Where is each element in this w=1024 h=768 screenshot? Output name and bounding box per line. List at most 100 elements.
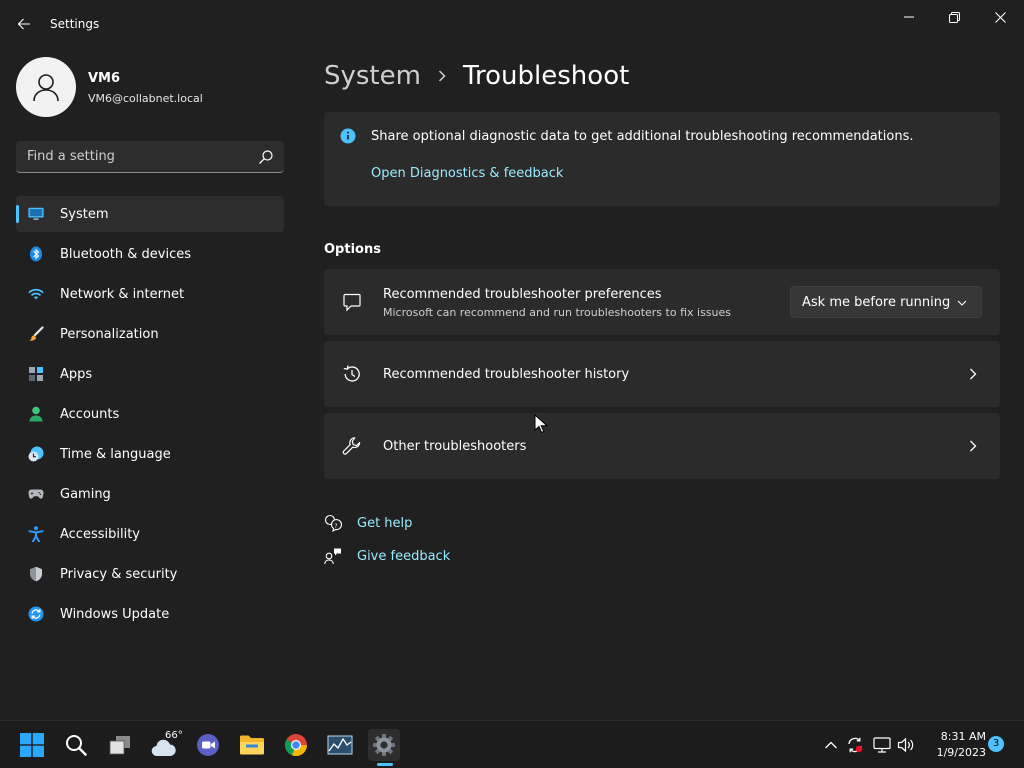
open-diagnostics-link[interactable]: Open Diagnostics & feedback <box>371 166 563 181</box>
preferences-subtitle: Microsoft can recommend and run troubles… <box>383 306 731 319</box>
sidebar-item-label: Personalization <box>60 326 159 342</box>
settings-taskbar-button[interactable] <box>368 729 400 761</box>
weather-temperature: 66° <box>165 730 183 741</box>
app-title: Settings <box>50 17 100 31</box>
minimize-icon <box>904 16 914 18</box>
brush-icon <box>28 326 44 342</box>
sidebar-item-windows-update[interactable]: Windows Update <box>16 596 284 632</box>
sidebar-item-label: Network & internet <box>60 286 185 302</box>
clock-date: 1/9/2023 <box>936 746 986 759</box>
cloud-icon <box>151 739 176 757</box>
teams-chat-button[interactable] <box>192 729 224 761</box>
taskbar-search-button[interactable] <box>60 729 92 761</box>
dropdown-value: Ask me before running <box>802 295 951 310</box>
taskbar-clock[interactable]: 8:31 AM 1/9/2023 <box>926 729 986 761</box>
performance-chart-icon <box>327 735 353 755</box>
sidebar-item-label: Bluetooth & devices <box>60 246 191 262</box>
resource-monitor-button[interactable] <box>324 729 356 761</box>
troubleshooter-preferences-row: Recommended troubleshooter preferences M… <box>324 269 1000 335</box>
troubleshooter-history-row[interactable]: Recommended troubleshooter history <box>324 341 1000 407</box>
sidebar-item-label: Accounts <box>60 406 120 422</box>
show-hidden-icons-button[interactable] <box>822 736 840 754</box>
monitor-icon <box>28 206 44 222</box>
sidebar-item-label: System <box>60 206 109 222</box>
chrome-icon <box>284 734 308 757</box>
active-app-indicator <box>377 763 393 766</box>
chevron-right-icon <box>970 440 977 452</box>
file-explorer-button[interactable] <box>236 729 268 761</box>
user-profile[interactable]: VM6 VM6@collabnet.local <box>16 57 286 117</box>
gamepad-icon <box>28 486 44 502</box>
profile-name: VM6 <box>88 71 121 86</box>
preferences-title: Recommended troubleshooter preferences <box>383 287 662 302</box>
sidebar-item-apps[interactable]: Apps <box>16 356 284 392</box>
speaker-icon <box>897 737 914 753</box>
sidebar-item-label: Windows Update <box>60 606 170 622</box>
sidebar-item-personalization[interactable]: Personalization <box>16 316 284 352</box>
info-icon <box>340 128 356 144</box>
sync-alert-icon <box>848 737 863 753</box>
task-view-icon <box>109 736 130 755</box>
get-help-link[interactable]: ? Get help <box>324 513 412 533</box>
close-icon <box>994 11 1006 23</box>
give-feedback-link[interactable]: Give feedback <box>324 546 450 566</box>
sidebar-item-gaming[interactable]: Gaming <box>16 476 284 512</box>
wrench-icon <box>342 437 361 455</box>
person-icon <box>33 74 59 102</box>
other-troubleshooters-row[interactable]: Other troubleshooters <box>324 413 1000 479</box>
sidebar-item-network[interactable]: Network & internet <box>16 276 284 312</box>
breadcrumb: System Troubleshoot <box>324 58 629 94</box>
sidebar-item-label: Privacy & security <box>60 566 178 582</box>
task-view-button[interactable] <box>104 729 136 761</box>
mouse-cursor-icon <box>534 414 548 434</box>
restore-icon <box>948 11 960 23</box>
bluetooth-icon <box>28 246 44 262</box>
taskbar: 66° 8:31 AM 1/9/2023 3 <box>0 720 1024 768</box>
volume-button[interactable] <box>897 736 915 754</box>
person-icon <box>28 406 44 422</box>
restore-button[interactable] <box>932 4 976 30</box>
wifi-icon <box>28 286 44 302</box>
arrow-left-icon <box>17 18 30 30</box>
info-text: Share optional diagnostic data to get ad… <box>371 129 914 144</box>
avatar <box>16 57 76 117</box>
sidebar-item-time-language[interactable]: Time & language <box>16 436 284 472</box>
close-button[interactable] <box>978 4 1022 30</box>
troubleshooter-preference-dropdown[interactable]: Ask me before running <box>790 286 982 318</box>
options-heading: Options <box>324 242 381 257</box>
sidebar-item-bluetooth[interactable]: Bluetooth & devices <box>16 236 284 272</box>
sidebar-item-label: Gaming <box>60 486 111 502</box>
profile-email: VM6@collabnet.local <box>88 92 203 105</box>
update-icon <box>28 606 44 622</box>
sidebar-item-label: Time & language <box>60 446 171 462</box>
search-input[interactable] <box>16 141 246 172</box>
diagnostic-info-card: Share optional diagnostic data to get ad… <box>324 112 1000 206</box>
breadcrumb-parent-link[interactable]: System <box>324 61 421 91</box>
search-icon <box>66 735 87 756</box>
chrome-button[interactable] <box>280 729 312 761</box>
search-icon[interactable] <box>258 149 274 165</box>
back-button[interactable] <box>12 12 36 36</box>
give-feedback-label: Give feedback <box>357 548 451 564</box>
page-title: Troubleshoot <box>462 61 630 91</box>
sync-status-button[interactable] <box>846 736 864 754</box>
search-box <box>16 141 284 173</box>
title-bar: Settings <box>0 0 1024 48</box>
minimize-button[interactable] <box>887 4 931 30</box>
chat-bubble-icon <box>343 293 361 312</box>
sidebar-nav: System Bluetooth & devices Network & int… <box>16 196 284 636</box>
network-status-button[interactable] <box>873 736 891 754</box>
sidebar-item-accounts[interactable]: Accounts <box>16 396 284 432</box>
apps-icon <box>28 366 44 382</box>
help-bubble-icon: ? <box>324 514 342 532</box>
start-button[interactable] <box>16 729 48 761</box>
get-help-label: Get help <box>357 515 413 531</box>
sidebar-item-label: Accessibility <box>60 526 140 542</box>
chevron-up-icon <box>825 741 837 749</box>
notification-badge[interactable]: 3 <box>988 736 1004 752</box>
ethernet-monitor-icon <box>873 737 891 753</box>
sidebar-item-accessibility[interactable]: Accessibility <box>16 516 284 552</box>
feedback-icon <box>324 548 341 565</box>
sidebar-item-privacy[interactable]: Privacy & security <box>16 556 284 592</box>
sidebar-item-system[interactable]: System <box>16 196 284 232</box>
